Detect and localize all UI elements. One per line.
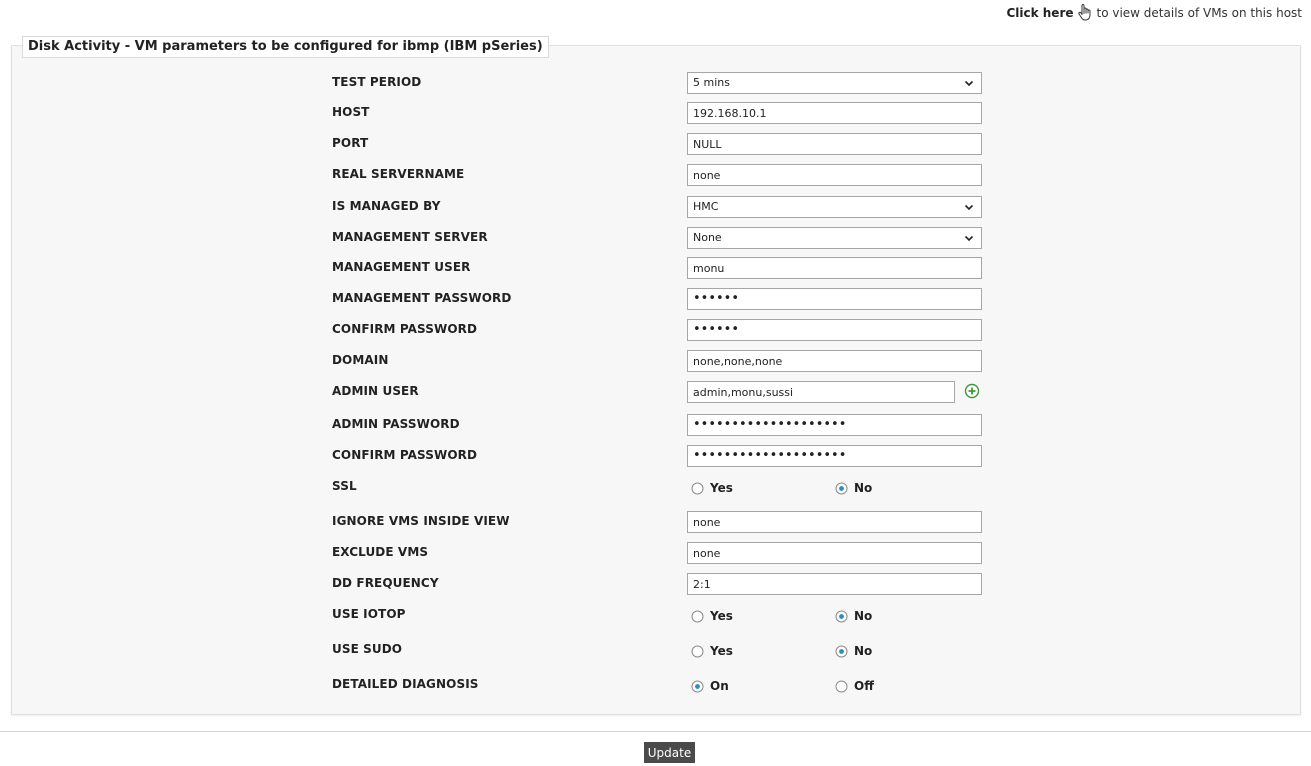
row-use-sudo: USE SUDO Yes No xyxy=(332,641,982,663)
row-management-user: MANAGEMENT USER xyxy=(332,257,982,279)
add-admin-user-icon[interactable] xyxy=(964,383,980,399)
management-password-input[interactable]: •••••• xyxy=(687,288,982,310)
update-button[interactable]: Update xyxy=(644,742,695,763)
row-admin-password: ADMIN PASSWORD •••••••••••••••••••• xyxy=(332,414,982,436)
admin-password-label: ADMIN PASSWORD xyxy=(332,417,460,431)
hand-pointer-icon xyxy=(1077,4,1090,21)
domain-label: DOMAIN xyxy=(332,353,389,367)
row-port: PORT xyxy=(332,133,982,155)
port-input[interactable] xyxy=(687,133,982,155)
test-period-label: TEST PERIOD xyxy=(332,75,422,89)
is-managed-by-value: HMC xyxy=(693,200,719,213)
test-period-value: 5 mins xyxy=(693,76,730,89)
row-dd-frequency: DD FREQUENCY xyxy=(332,573,982,595)
admin-user-input[interactable] xyxy=(687,381,955,403)
management-server-label: MANAGEMENT SERVER xyxy=(332,230,488,244)
admin-password-input[interactable]: •••••••••••••••••••• xyxy=(687,414,982,436)
footer-divider xyxy=(0,731,1311,732)
detailed-diagnosis-label: DETAILED DIAGNOSIS xyxy=(332,677,479,691)
use-sudo-no-radio[interactable]: No xyxy=(835,644,872,658)
chevron-down-icon xyxy=(964,204,974,211)
ignore-vms-input[interactable] xyxy=(687,511,982,533)
row-exclude-vms: EXCLUDE VMS xyxy=(332,542,982,564)
admin-user-label: ADMIN USER xyxy=(332,384,419,398)
row-test-period: TEST PERIOD 5 mins xyxy=(332,72,982,94)
use-iotop-no-label: No xyxy=(854,609,873,623)
row-domain: DOMAIN xyxy=(332,350,982,372)
use-iotop-yes-label: Yes xyxy=(710,609,733,623)
row-detailed-diagnosis: DETAILED DIAGNOSIS On Off xyxy=(332,676,982,698)
ssl-label: SSL xyxy=(332,479,357,493)
row-ignore-vms: IGNORE VMS INSIDE VIEW xyxy=(332,511,982,533)
exclude-vms-input[interactable] xyxy=(687,542,982,564)
ssl-yes-radio[interactable]: Yes xyxy=(691,481,733,495)
row-confirm-admin-password: CONFIRM PASSWORD •••••••••••••••••••• xyxy=(332,445,982,467)
confirm-password-input[interactable]: •••••• xyxy=(687,319,982,341)
click-here-link[interactable]: Click here xyxy=(1006,6,1073,20)
row-management-password: MANAGEMENT PASSWORD •••••• xyxy=(332,288,982,310)
use-sudo-yes-radio[interactable]: Yes xyxy=(691,644,733,658)
ssl-no-label: No xyxy=(854,481,873,495)
test-period-select[interactable]: 5 mins xyxy=(687,72,982,94)
management-server-value: None xyxy=(693,231,722,244)
dd-frequency-label: DD FREQUENCY xyxy=(332,576,439,590)
management-user-label: MANAGEMENT USER xyxy=(332,260,471,274)
chevron-down-icon xyxy=(964,80,974,87)
detailed-diagnosis-on-radio[interactable]: On xyxy=(691,679,729,693)
host-input[interactable] xyxy=(687,102,982,124)
radio-unchecked-icon xyxy=(691,482,704,494)
detailed-diagnosis-off-radio[interactable]: Off xyxy=(835,679,874,693)
row-is-managed-by: IS MANAGED BY HMC xyxy=(332,196,982,218)
row-admin-user: ADMIN USER xyxy=(332,381,982,403)
detailed-diagnosis-on-label: On xyxy=(710,679,729,693)
radio-checked-icon xyxy=(835,610,848,622)
domain-input[interactable] xyxy=(687,350,982,372)
radio-checked-icon xyxy=(835,482,848,494)
use-sudo-label: USE SUDO xyxy=(332,642,403,656)
panel-title: Disk Activity - VM parameters to be conf… xyxy=(22,36,549,58)
radio-unchecked-icon xyxy=(691,610,704,622)
radio-unchecked-icon xyxy=(835,680,848,692)
use-sudo-no-label: No xyxy=(854,644,873,658)
row-ssl: SSL Yes No xyxy=(332,478,982,500)
chevron-down-icon xyxy=(964,235,974,242)
host-label: HOST xyxy=(332,105,370,119)
ignore-vms-label: IGNORE VMS INSIDE VIEW xyxy=(332,514,510,528)
ssl-no-radio[interactable]: No xyxy=(835,481,872,495)
radio-unchecked-icon xyxy=(691,645,704,657)
exclude-vms-label: EXCLUDE VMS xyxy=(332,545,429,559)
management-user-input[interactable] xyxy=(687,257,982,279)
is-managed-by-label: IS MANAGED BY xyxy=(332,199,441,213)
detailed-diagnosis-off-label: Off xyxy=(854,679,874,693)
use-iotop-yes-radio[interactable]: Yes xyxy=(691,609,733,623)
management-password-label: MANAGEMENT PASSWORD xyxy=(332,291,512,305)
row-use-iotop: USE IOTOP Yes No xyxy=(332,606,982,628)
real-servername-label: REAL SERVERNAME xyxy=(332,167,465,181)
dd-frequency-input[interactable] xyxy=(687,573,982,595)
ssl-yes-label: Yes xyxy=(710,481,733,495)
port-label: PORT xyxy=(332,136,369,150)
real-servername-input[interactable] xyxy=(687,164,982,186)
row-real-servername: REAL SERVERNAME xyxy=(332,164,982,186)
use-iotop-no-radio[interactable]: No xyxy=(835,609,872,623)
use-sudo-yes-label: Yes xyxy=(710,644,733,658)
confirm-admin-password-input[interactable]: •••••••••••••••••••• xyxy=(687,445,982,467)
radio-checked-icon xyxy=(835,645,848,657)
vm-details-note-text: to view details of VMs on this host xyxy=(1096,6,1303,20)
row-confirm-password: CONFIRM PASSWORD •••••• xyxy=(332,319,982,341)
vm-details-note: Click here to view details of VMs on thi… xyxy=(1006,4,1302,22)
is-managed-by-select[interactable]: HMC xyxy=(687,196,982,218)
management-server-select[interactable]: None xyxy=(687,227,982,249)
row-host: HOST xyxy=(332,102,982,124)
confirm-admin-password-label: CONFIRM PASSWORD xyxy=(332,448,478,462)
use-iotop-label: USE IOTOP xyxy=(332,607,406,621)
row-management-server: MANAGEMENT SERVER None xyxy=(332,227,982,249)
confirm-password-label: CONFIRM PASSWORD xyxy=(332,322,478,336)
radio-checked-icon xyxy=(691,680,704,692)
